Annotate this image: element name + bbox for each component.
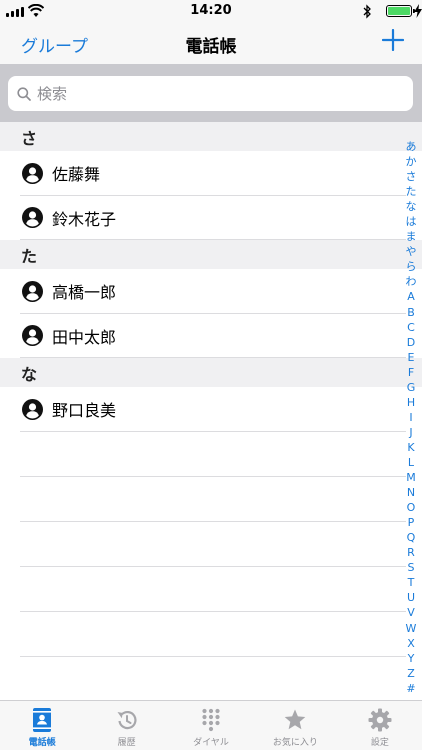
tab-label: 履歴 (117, 738, 136, 748)
index-letter[interactable]: T (408, 575, 415, 590)
contacts-icon (33, 708, 52, 732)
tab-settings[interactable]: 設定 (338, 701, 422, 750)
section-index[interactable]: あかさたなはまやらわ A B C D E F G H I J K L M N O P Q R S T U V W X Y Z # (403, 139, 419, 696)
contact-row[interactable]: 田中太郎 (0, 314, 422, 359)
contact-name: 高橋一郎 (52, 283, 117, 303)
tab-label: 設定 (370, 738, 389, 748)
section-header: な (0, 358, 422, 387)
index-letter[interactable]: F (408, 365, 414, 380)
index-letter[interactable]: H (407, 395, 415, 410)
index-letter[interactable]: M (406, 470, 416, 485)
index-letter[interactable]: L (408, 455, 414, 470)
tab-label: ダイヤル (193, 738, 229, 748)
index-letter[interactable]: さ (406, 169, 417, 184)
tab-contacts[interactable]: 電話帳 (0, 701, 84, 750)
contact-name: 佐藤舞 (52, 165, 101, 185)
index-letter[interactable]: P (408, 515, 415, 530)
index-letter[interactable]: た (406, 184, 417, 199)
index-letter[interactable]: O (407, 500, 416, 515)
contact-name: 田中太郎 (52, 327, 117, 347)
history-icon (117, 710, 137, 730)
contact-row[interactable]: 高橋一郎 (0, 269, 422, 314)
index-letter[interactable]: S (408, 560, 415, 575)
index-letter[interactable]: B (407, 305, 415, 320)
empty-row (0, 567, 422, 612)
contact-row[interactable]: 佐藤舞 (0, 151, 422, 196)
index-letter[interactable]: は (406, 214, 417, 229)
person-icon (22, 325, 43, 347)
search-field[interactable] (8, 76, 413, 111)
star-icon (285, 709, 306, 730)
gear-icon (368, 708, 392, 732)
tab-bar: 電話帳 履歴 ダイヤル お気に入り 設定 (0, 700, 422, 750)
search-input[interactable] (37, 84, 397, 103)
search-icon (17, 86, 31, 101)
empty-row (0, 522, 422, 567)
section-header: さ (0, 122, 422, 151)
battery-icon (386, 5, 415, 17)
tab-favorites[interactable]: お気に入り (253, 701, 337, 750)
index-letter[interactable]: Q (407, 530, 416, 545)
index-letter[interactable]: や (406, 244, 417, 259)
index-letter[interactable]: C (407, 320, 415, 335)
status-time: 14:20 (190, 3, 232, 18)
index-letter[interactable]: わ (406, 274, 417, 289)
index-letter[interactable]: Z (407, 666, 415, 681)
index-letter[interactable]: N (407, 485, 415, 500)
contact-row[interactable]: 野口良美 (0, 387, 422, 432)
nav-bar: グループ 電話帳 (0, 24, 422, 64)
person-icon (22, 207, 43, 229)
bluetooth-icon (363, 4, 371, 19)
index-letter[interactable]: W (406, 621, 417, 636)
empty-row (0, 612, 422, 657)
index-letter[interactable]: D (407, 335, 415, 350)
index-letter[interactable]: ら (406, 259, 417, 274)
search-bar (0, 64, 422, 122)
index-letter[interactable]: J (409, 425, 412, 440)
tab-label: 電話帳 (28, 738, 56, 748)
person-icon (22, 162, 43, 184)
plus-icon[interactable] (382, 29, 404, 51)
contact-name: 鈴木花子 (52, 209, 117, 229)
index-letter[interactable]: か (406, 154, 417, 169)
index-letter[interactable]: # (406, 681, 415, 696)
contact-list: さ 佐藤舞 鈴木花子 た 高橋一郎 田中太郎 な 野口良美 (0, 122, 422, 657)
tab-history[interactable]: 履歴 (84, 701, 168, 750)
index-letter[interactable]: A (407, 289, 415, 304)
keypad-icon (202, 708, 220, 732)
section-header: た (0, 240, 422, 269)
contact-name: 野口良美 (52, 401, 117, 421)
index-letter[interactable]: R (407, 545, 415, 560)
index-letter[interactable]: Y (408, 651, 415, 666)
person-icon (22, 280, 43, 302)
tab-dial[interactable]: ダイヤル (169, 701, 253, 750)
contact-row[interactable]: 鈴木花子 (0, 196, 422, 241)
index-letter[interactable]: E (408, 350, 415, 365)
status-bar: 14:20 (0, 0, 422, 24)
charging-icon (414, 4, 422, 18)
index-letter[interactable]: G (407, 380, 416, 395)
index-letter[interactable]: な (406, 199, 417, 214)
empty-row (0, 477, 422, 522)
index-letter[interactable]: X (407, 636, 415, 651)
index-letter[interactable]: V (407, 605, 415, 620)
index-letter[interactable]: I (409, 410, 412, 425)
index-letter[interactable]: K (407, 440, 414, 455)
index-letter[interactable]: あ (406, 139, 417, 154)
page-title: 電話帳 (185, 37, 237, 57)
index-letter[interactable]: ま (406, 229, 417, 244)
person-icon (22, 398, 43, 420)
index-letter[interactable]: U (407, 590, 415, 605)
empty-row (0, 432, 422, 477)
tab-label: お気に入り (272, 738, 318, 748)
